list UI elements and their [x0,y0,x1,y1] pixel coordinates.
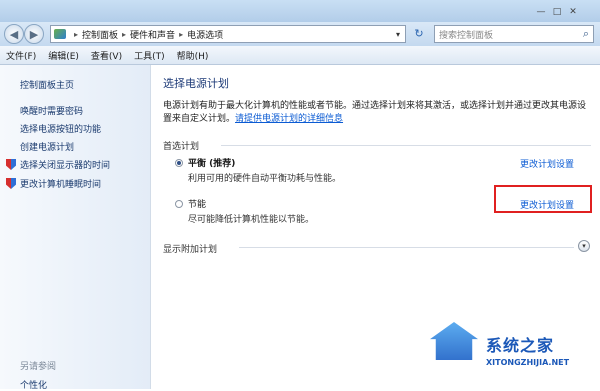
menu-tools[interactable]: 工具(T) [134,49,165,62]
watermark-logo: 系统之家 XITONGZHIJIA.NET [424,318,592,384]
plan-power-saver-desc: 尽可能降低计算机性能以节能。 [188,215,315,225]
breadcrumb-separator-icon: ▸ [74,29,79,39]
breadcrumb-separator-icon[interactable]: ▸ [179,30,183,39]
watermark-url: XITONGZHIJIA.NET [486,358,570,367]
plan-balanced-desc: 利用可用的硬件自动平衡功耗与性能。 [188,174,342,184]
plan-balanced-name: 平衡 (推荐) [188,156,235,169]
forward-button[interactable]: ▶ [24,24,44,44]
breadcrumb-separator-icon[interactable]: ▸ [122,30,126,39]
divider [239,247,574,248]
search-input[interactable]: 搜索控制面板 ⌕ [434,25,594,43]
address-dropdown-icon[interactable]: ▾ [391,30,405,39]
window-controls: — □ ✕ [534,6,580,18]
plan-balanced-radio[interactable] [175,159,183,167]
breadcrumb-control-panel[interactable]: 控制面板 [82,28,118,41]
navigation-bar: ◀ ▶ ▸ 控制面板 ▸ 硬件和声音 ▸ 电源选项 ▾ ↻ 搜索控制面板 ⌕ [0,22,600,46]
address-bar[interactable]: ▸ 控制面板 ▸ 硬件和声音 ▸ 电源选项 ▾ [50,25,406,43]
chevron-down-icon[interactable]: ▾ [578,240,590,252]
control-panel-icon [54,29,66,39]
divider [221,145,591,146]
plan-details-link[interactable]: 请提供电源计划的详细信息 [235,114,343,124]
minimize-button[interactable]: — [534,6,548,18]
menu-bar: 文件(F) 编辑(E) 查看(V) 工具(T) 帮助(H) [0,46,600,65]
sidebar-item-label: 更改计算机睡眠时间 [20,180,102,190]
title-bar: — □ ✕ [0,0,600,22]
sidebar-item-wake-password[interactable]: 唤醒时需要密码 [20,104,83,117]
sidebar-item-power-buttons[interactable]: 选择电源按钮的功能 [20,122,101,135]
change-plan-settings-link[interactable]: 更改计划设置 [520,157,574,170]
search-placeholder: 搜索控制面板 [439,31,494,41]
shield-icon [6,159,16,170]
search-icon[interactable]: ⌕ [583,27,589,41]
plan-name-label: 平衡 (推荐) [188,159,236,169]
menu-help[interactable]: 帮助(H) [177,49,209,62]
sidebar-item-personalize[interactable]: 个性化 [20,378,47,391]
breadcrumb-power-options[interactable]: 电源选项 [187,28,223,41]
breadcrumb-hardware-sound[interactable]: 硬件和声音 [130,28,175,41]
sidebar-item-display-off[interactable]: 选择关闭显示器的时间 [6,158,110,171]
sidebar-item-label: 选择关闭显示器的时间 [20,161,111,171]
page-description: 电源计划有助于最大化计算机的性能或者节能。通过选择计划来将其激活，或选择计划并通… [163,100,593,126]
menu-view[interactable]: 查看(V) [91,49,122,62]
sidebar-item-home[interactable]: 控制面板主页 [20,78,74,91]
see-also-heading: 另请参阅 [20,362,57,372]
plan-power-saver-name: 节能 [188,200,207,210]
close-button[interactable]: ✕ [566,6,580,18]
sidebar-item-sleep-time[interactable]: 更改计算机睡眠时间 [6,177,101,190]
highlight-box [494,185,592,213]
maximize-button[interactable]: □ [550,6,564,18]
watermark-brand: 系统之家 [486,336,555,355]
description-text: 电源计划有助于最大化计算机的性能或者节能。通过选择计划来将其激活，或选择计划并通… [163,101,587,124]
back-button[interactable]: ◀ [4,24,24,44]
sidebar-item-create-plan[interactable]: 创建电源计划 [20,140,74,153]
show-additional-plans[interactable]: 显示附加计划 [163,242,217,255]
menu-edit[interactable]: 编辑(E) [48,49,79,62]
house-logo-icon [430,322,478,360]
page-title: 选择电源计划 [163,77,229,90]
preferred-plans-heading: 首选计划 [163,142,200,152]
menu-file[interactable]: 文件(F) [6,49,36,62]
shield-icon [6,178,16,189]
refresh-icon[interactable]: ↻ [410,26,428,42]
plan-power-saver-radio[interactable] [175,200,183,208]
sidebar: 控制面板主页 唤醒时需要密码 选择电源按钮的功能 创建电源计划 选择关闭显示器的… [0,65,151,391]
